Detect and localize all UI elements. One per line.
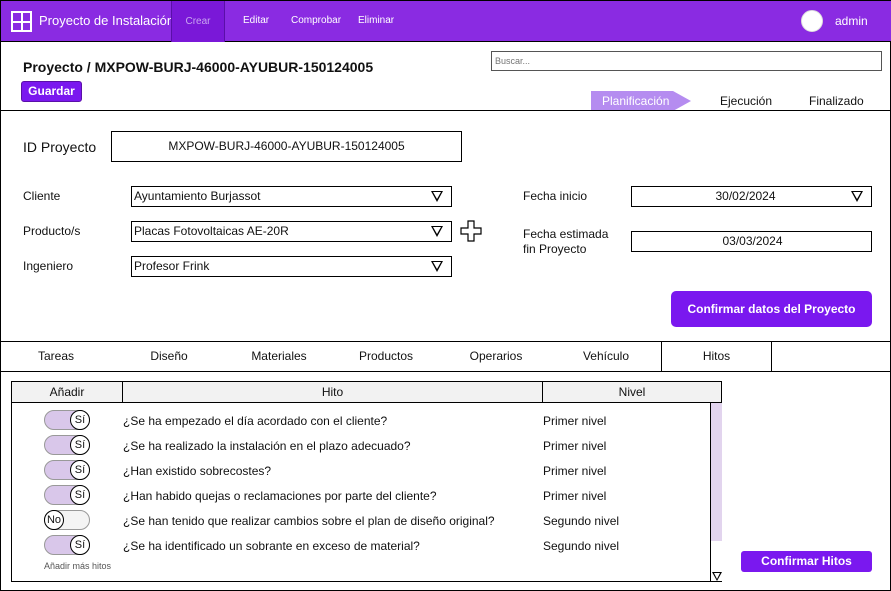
menu-editar[interactable]: Editar xyxy=(243,15,269,26)
menu-crear[interactable]: Crear xyxy=(171,1,225,42)
toggle-knob: Sí xyxy=(70,435,90,455)
scroll-down-arrow-icon[interactable] xyxy=(712,572,722,581)
nivel-text: Primer nivel xyxy=(543,439,607,453)
ingeniero-value: Profesor Frink xyxy=(134,259,210,273)
step-planificacion[interactable]: Planificación xyxy=(591,91,691,111)
tab-productos[interactable]: Productos xyxy=(331,342,441,371)
add-toggle[interactable]: No xyxy=(44,510,90,530)
toggle-knob: Sí xyxy=(70,460,90,480)
search-input[interactable] xyxy=(491,51,882,71)
ingeniero-label: Ingeniero xyxy=(23,259,74,273)
id-field: MXPOW-BURJ-46000-AYUBUR-150124005 xyxy=(111,131,462,162)
tab-materiales[interactable]: Materiales xyxy=(224,342,334,371)
fecha-fin-label-1: Fecha estimada xyxy=(523,227,609,241)
fecha-inicio-label: Fecha inicio xyxy=(523,189,588,203)
dropdown-triangle-icon xyxy=(851,191,863,202)
column-header-add: Añadir xyxy=(12,382,122,403)
tab-bar: Tareas Diseño Materiales Productos Opera… xyxy=(1,341,891,372)
add-toggle[interactable]: Sí xyxy=(44,435,90,455)
dropdown-triangle-icon xyxy=(431,261,443,272)
menu-eliminar[interactable]: Eliminar xyxy=(358,15,394,26)
menu-comprobar[interactable]: Comprobar xyxy=(291,15,341,26)
table-scrollbar[interactable] xyxy=(710,403,722,581)
dropdown-triangle-icon xyxy=(431,226,443,237)
nivel-text: Primer nivel xyxy=(543,489,607,503)
add-product-plus-icon[interactable] xyxy=(460,220,482,242)
tab-diseno[interactable]: Diseño xyxy=(114,342,224,371)
nivel-text: Segundo nivel xyxy=(543,514,620,528)
confirm-hitos-button[interactable]: Confirmar Hitos xyxy=(741,551,872,572)
step-ejecucion[interactable]: Ejecución xyxy=(720,94,772,108)
user-avatar[interactable] xyxy=(801,10,823,32)
fecha-inicio-select[interactable]: 30/02/2024 xyxy=(631,186,872,207)
fecha-fin-label-2: fin Proyecto xyxy=(523,242,587,256)
hito-text: ¿Han existido sobrecostes? xyxy=(123,464,272,478)
confirm-project-button[interactable]: Confirmar datos del Proyecto xyxy=(671,291,872,327)
fecha-inicio-value: 30/02/2024 xyxy=(715,189,776,203)
nivel-text: Primer nivel xyxy=(543,414,607,428)
hito-text: ¿Se han tenido que realizar cambios sobr… xyxy=(123,514,495,528)
step-finalizado[interactable]: Finalizado xyxy=(809,94,864,108)
fecha-fin-field[interactable]: 03/03/2024 xyxy=(631,231,872,252)
app-grid-icon[interactable] xyxy=(11,11,32,32)
add-toggle[interactable]: Sí xyxy=(44,485,90,505)
producto-value: Placas Fotovoltaicas AE-20R xyxy=(134,224,289,238)
cliente-label: Cliente xyxy=(23,189,61,203)
user-name[interactable]: admin xyxy=(835,14,868,28)
page-title: Proyecto / MXPOW-BURJ-46000-AYUBUR-15012… xyxy=(23,59,374,75)
divider xyxy=(1,110,891,111)
producto-select[interactable]: Placas Fotovoltaicas AE-20R xyxy=(131,221,452,242)
id-label: ID Proyecto xyxy=(23,139,97,155)
nivel-text: Segundo nivel xyxy=(543,539,620,553)
add-toggle[interactable]: Sí xyxy=(44,410,90,430)
add-toggle[interactable]: Sí xyxy=(44,535,90,555)
hito-text: ¿Se ha identificado un sobrante en exces… xyxy=(123,539,420,553)
hito-text: ¿Se ha realizado la instalación en el pl… xyxy=(123,439,411,453)
hitos-table: Añadir Hito Nivel Sí ¿Se ha empezado el … xyxy=(11,381,722,582)
toggle-knob: No xyxy=(44,510,64,530)
add-more-hitos-link[interactable]: Añadir más hitos xyxy=(44,561,111,571)
fecha-fin-value: 03/03/2024 xyxy=(722,234,783,248)
save-button[interactable]: Guardar xyxy=(21,81,82,102)
app-title: Proyecto de Instalación xyxy=(39,13,175,28)
hito-text: ¿Se ha empezado el día acordado con el c… xyxy=(123,414,388,428)
hito-text: ¿Han habido quejas o reclamaciones por p… xyxy=(123,489,437,503)
app-frame: Proyecto de Instalación Crear Editar Com… xyxy=(0,0,891,591)
toggle-knob: Sí xyxy=(70,485,90,505)
ingeniero-select[interactable]: Profesor Frink xyxy=(131,256,452,277)
tab-operarios[interactable]: Operarios xyxy=(441,342,551,371)
top-bar: Proyecto de Instalación Crear Editar Com… xyxy=(1,1,891,42)
nivel-text: Primer nivel xyxy=(543,464,607,478)
producto-label: Producto/s xyxy=(23,224,81,238)
cliente-value: Ayuntamiento Burjassot xyxy=(134,189,261,203)
scrollbar-thumb[interactable] xyxy=(711,403,722,541)
dropdown-triangle-icon xyxy=(431,191,443,202)
column-header-hito: Hito xyxy=(123,382,542,403)
column-header-nivel: Nivel xyxy=(543,382,721,403)
toggle-knob: Sí xyxy=(70,410,90,430)
tab-hitos[interactable]: Hitos xyxy=(661,342,772,371)
add-toggle[interactable]: Sí xyxy=(44,460,90,480)
tab-tareas[interactable]: Tareas xyxy=(1,342,111,371)
tab-vehiculo[interactable]: Vehículo xyxy=(551,342,661,371)
toggle-knob: Sí xyxy=(70,535,90,555)
cliente-select[interactable]: Ayuntamiento Burjassot xyxy=(131,186,452,207)
